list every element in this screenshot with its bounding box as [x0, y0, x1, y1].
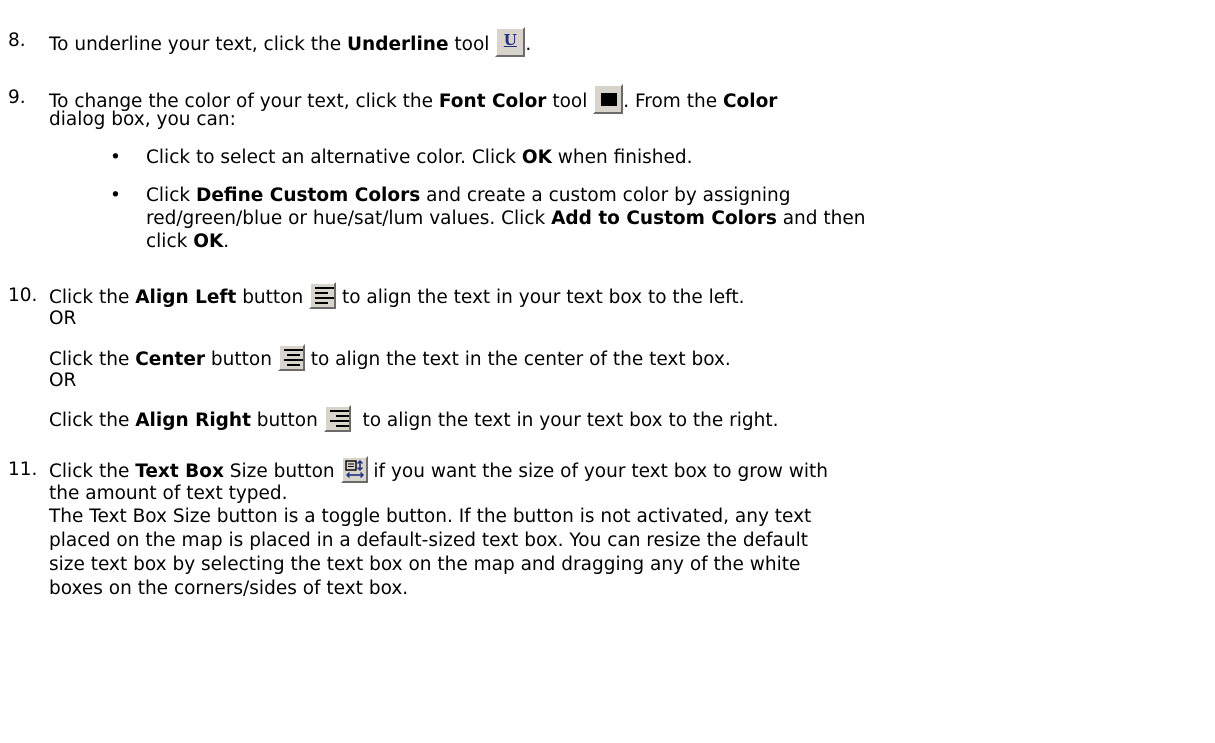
- text-box-size-icon: [340, 456, 368, 483]
- bold-text: Define Custom Colors: [195, 185, 421, 206]
- line: [329, 420, 349, 422]
- text: button: [250, 410, 324, 431]
- paragraph-text: The Text Box Size button is a toggle but…: [49, 506, 812, 527]
- help-document: 8. To underline your text, click the Und…: [0, 0, 1215, 743]
- line: [286, 364, 300, 366]
- underline-tool-icon: U: [495, 27, 526, 57]
- bullet-text: red/green/blue or hue/sat/lum values. Cl…: [146, 205, 866, 232]
- bold-text: Align Right: [135, 410, 251, 431]
- line: [283, 359, 303, 361]
- text: red/green/blue or hue/sat/lum values. Cl…: [146, 208, 552, 229]
- line: [315, 297, 335, 299]
- text: dialog box, you can:: [49, 109, 236, 130]
- bold-text: Text Box: [135, 461, 224, 482]
- text: Click the: [49, 461, 136, 482]
- tool-name: Font Color: [438, 91, 547, 112]
- step-number: 10.: [8, 285, 38, 306]
- dialog-name: Color: [722, 91, 778, 112]
- text: Click: [146, 185, 196, 206]
- step-text: Click the Align Left button to align the…: [49, 282, 745, 311]
- text: Click the: [49, 410, 136, 431]
- or-text: OR: [49, 308, 77, 329]
- bold-text: OK: [521, 147, 552, 168]
- step-text: To underline your text, click the Underl…: [49, 27, 531, 58]
- step-number: 8.: [8, 30, 26, 51]
- text: to align the text in your text box to th…: [350, 410, 779, 431]
- text: if you want the size of your text box to…: [367, 461, 829, 482]
- bullet-text: Click to select an alternative color. Cl…: [146, 144, 693, 171]
- bullet-icon: •: [110, 185, 121, 206]
- text: .: [525, 34, 532, 55]
- underline-glyph: U: [503, 31, 517, 49]
- text: to align the text in the center of the t…: [304, 349, 731, 370]
- text: button: [205, 349, 278, 370]
- line: [315, 292, 329, 294]
- line: [283, 349, 303, 351]
- paragraph-text: placed on the map is placed in a default…: [49, 530, 808, 551]
- line: [335, 425, 349, 427]
- text: click: [146, 231, 194, 252]
- text-box-size-glyph: [344, 460, 364, 478]
- bold-text: Align Left: [135, 287, 237, 308]
- text: tool: [448, 34, 496, 55]
- align-left-icon: [309, 282, 337, 309]
- step-text: Click the Center button to align the tex…: [49, 344, 731, 373]
- line: [315, 302, 329, 304]
- line: [335, 415, 349, 417]
- paragraph-text: size text box by selecting the text box …: [49, 554, 801, 575]
- bullet-text: click OK.: [146, 228, 229, 255]
- step-number: 11.: [8, 459, 38, 480]
- align-center-lines: [283, 349, 303, 368]
- align-left-lines: [315, 287, 335, 306]
- text: .: [223, 231, 230, 252]
- text: Size button: [223, 461, 341, 482]
- align-right-icon: [323, 405, 351, 432]
- text: . From the: [623, 91, 723, 112]
- bold-text: Add to Custom Colors: [551, 208, 777, 229]
- font-color-tool-icon: [593, 84, 624, 114]
- bold-text: Center: [135, 349, 206, 370]
- color-swatch: [601, 93, 618, 106]
- step-text: Click the Align Right button to align th…: [49, 405, 779, 434]
- line: [286, 354, 300, 356]
- text: when finished.: [551, 147, 693, 168]
- align-center-icon: [277, 344, 305, 371]
- paragraph-text: boxes on the corners/sides of text box.: [49, 578, 409, 599]
- line: [329, 410, 349, 412]
- text: and then: [776, 208, 866, 229]
- or-text: OR: [49, 370, 77, 391]
- text: button: [236, 287, 310, 308]
- text: to align the text in your text box to th…: [336, 287, 745, 308]
- bold-text: OK: [193, 231, 224, 252]
- text: tool: [546, 91, 594, 112]
- text: Click to select an alternative color. Cl…: [146, 147, 522, 168]
- text: To underline your text, click the: [49, 34, 348, 55]
- align-right-lines: [329, 410, 349, 429]
- step-number: 9.: [8, 87, 26, 108]
- tool-name: Underline: [347, 34, 449, 55]
- bullet-icon: •: [110, 147, 121, 168]
- line: [315, 287, 335, 289]
- text: and create a custom color by assigning: [420, 185, 791, 206]
